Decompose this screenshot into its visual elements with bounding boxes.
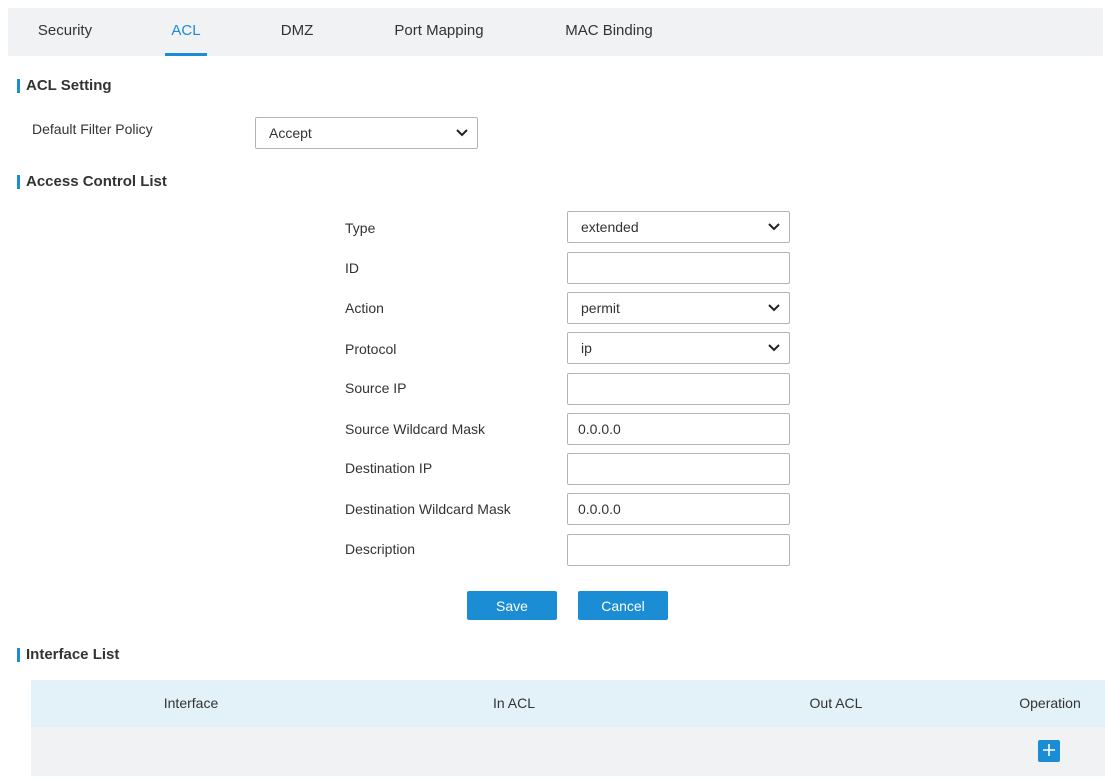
- chevron-down-icon: [759, 333, 789, 363]
- tab-port-mapping[interactable]: Port Mapping: [382, 8, 496, 56]
- type-select[interactable]: extended: [567, 211, 790, 243]
- id-label: ID: [345, 260, 359, 276]
- tab-label: MAC Binding: [565, 22, 653, 39]
- access-control-list-heading: Access Control List: [17, 173, 167, 190]
- tab-label: ACL: [171, 22, 201, 39]
- default-filter-policy-select[interactable]: Accept: [255, 117, 478, 149]
- section-marker: [17, 78, 20, 93]
- cancel-button[interactable]: Cancel: [578, 591, 668, 620]
- id-input[interactable]: [567, 252, 790, 284]
- action-select[interactable]: permit: [567, 292, 790, 324]
- interface-table: Interface In ACL Out ACL Operation: [31, 680, 1105, 776]
- tab-dmz[interactable]: DMZ: [271, 8, 323, 56]
- column-header-operation: Operation: [1019, 695, 1081, 711]
- section-marker: [17, 174, 20, 189]
- select-value: permit: [581, 300, 620, 316]
- description-input[interactable]: [567, 534, 790, 566]
- save-button[interactable]: Save: [467, 591, 557, 620]
- section-title-text: Interface List: [26, 646, 120, 663]
- description-label: Description: [345, 541, 416, 557]
- tab-label: Security: [37, 22, 93, 39]
- source-wildcard-mask-input[interactable]: 0.0.0.0: [567, 413, 790, 445]
- type-label: Type: [345, 220, 376, 236]
- default-filter-policy-label: Default Filter Policy: [32, 121, 153, 137]
- destination-ip-label: Destination IP: [345, 460, 433, 476]
- column-header-interface: Interface: [163, 695, 219, 711]
- active-tab-indicator: [165, 53, 207, 56]
- column-header-in-acl: In ACL: [492, 695, 536, 711]
- table-row: [31, 727, 1105, 776]
- action-label: Action: [345, 300, 384, 316]
- destination-wildcard-mask-input[interactable]: 0.0.0.0: [567, 493, 790, 525]
- tab-acl[interactable]: ACL: [165, 8, 207, 56]
- protocol-select[interactable]: ip: [567, 332, 790, 364]
- destination-wildcard-mask-label: Destination Wildcard Mask: [345, 501, 511, 517]
- tab-bar: Security ACL DMZ Port Mapping MAC Bindin…: [8, 8, 1103, 56]
- acl-setting-heading: ACL Setting: [17, 77, 112, 94]
- add-button[interactable]: [1038, 740, 1060, 762]
- chevron-down-icon: [447, 118, 477, 148]
- column-header-out-acl: Out ACL: [809, 695, 863, 711]
- source-wildcard-mask-label: Source Wildcard Mask: [345, 421, 486, 437]
- chevron-down-icon: [759, 212, 789, 242]
- section-marker: [17, 647, 20, 662]
- section-title-text: ACL Setting: [26, 77, 112, 94]
- chevron-down-icon: [759, 293, 789, 323]
- tab-label: DMZ: [280, 22, 314, 39]
- interface-list-heading: Interface List: [17, 646, 119, 663]
- select-value: Accept: [269, 125, 312, 141]
- source-ip-input[interactable]: [567, 373, 790, 405]
- tab-mac-binding[interactable]: MAC Binding: [553, 8, 665, 56]
- tab-label: Port Mapping: [394, 22, 484, 39]
- source-ip-label: Source IP: [345, 380, 407, 396]
- select-value: ip: [581, 340, 592, 356]
- table-header: Interface In ACL Out ACL Operation: [31, 680, 1105, 727]
- tab-security[interactable]: Security: [28, 8, 102, 56]
- protocol-label: Protocol: [345, 341, 397, 357]
- destination-ip-input[interactable]: [567, 453, 790, 485]
- select-value: extended: [581, 219, 639, 235]
- plus-icon: [1042, 743, 1056, 760]
- section-title-text: Access Control List: [26, 173, 167, 190]
